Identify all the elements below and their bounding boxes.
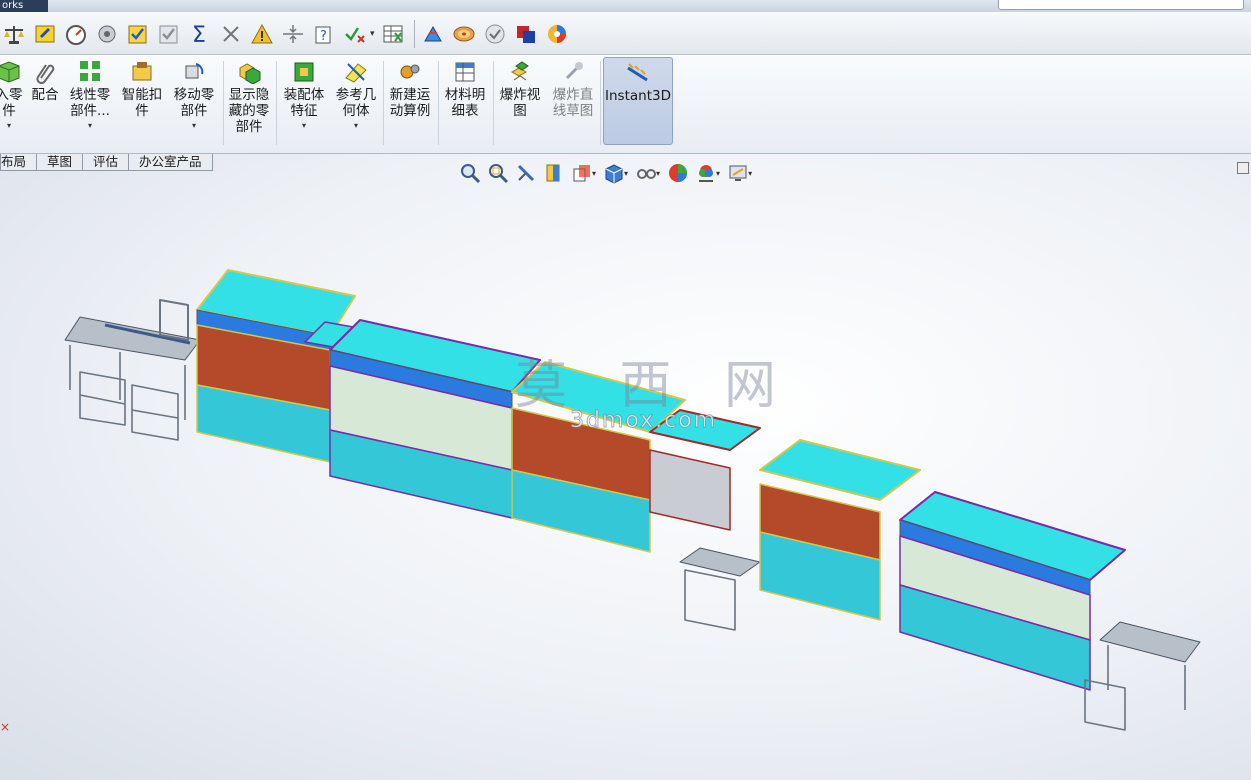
scissors-icon[interactable]	[217, 19, 245, 49]
instant3d-button[interactable]: Instant3D	[603, 57, 673, 145]
ribbon-label: 参考几 何体	[335, 87, 377, 119]
ribbon-label: 装配体 特征	[283, 87, 325, 119]
new-motion-study-button[interactable]: 新建运 动算例	[386, 57, 434, 149]
chevron-down-icon[interactable]: ▾	[354, 121, 358, 130]
chevron-down-icon[interactable]: ▾	[592, 169, 596, 178]
mate-button[interactable]: 配合	[28, 57, 62, 149]
exploded-view-icon	[507, 59, 533, 85]
chevron-down-icon[interactable]: ▾	[624, 169, 628, 178]
help-doc-icon[interactable]: ?	[310, 19, 338, 49]
ribbon-label: 显示隐 藏的零 部件	[228, 87, 270, 135]
axis-x-marker: ×	[0, 720, 11, 734]
linear-pattern-icon	[77, 59, 103, 85]
assembly-features-icon	[291, 59, 317, 85]
ribbon-label: 智能扣 件	[121, 87, 163, 119]
reference-geometry-icon	[343, 59, 369, 85]
balance-icon[interactable]	[0, 19, 28, 49]
equipment-line	[196, 269, 1126, 691]
insert-component-button[interactable]: 入零 件 ▾	[0, 57, 24, 149]
check-x-icon[interactable]	[341, 19, 369, 49]
watermark-url: 3dmox.com	[569, 408, 718, 434]
ribbon-divider	[438, 61, 439, 145]
instant3d-icon	[625, 60, 651, 86]
chevron-down-icon[interactable]: ▾	[656, 169, 660, 178]
ribbon-divider	[600, 61, 601, 145]
bill-of-materials-button[interactable]: 材料明 细表	[441, 57, 489, 149]
insert-component-icon	[0, 59, 22, 85]
zoom-area-icon[interactable]	[484, 160, 512, 186]
ribbon-label: 移动零 部件	[173, 87, 215, 119]
assembly-features-button[interactable]: 装配体 特征 ▾	[280, 57, 328, 149]
tab-layout[interactable]: 布局	[0, 154, 38, 171]
section-view-icon[interactable]	[540, 160, 568, 186]
app-logo: orks	[0, 0, 48, 12]
move-component-icon	[181, 59, 207, 85]
two-squares-icon[interactable]	[512, 19, 540, 49]
target-icon[interactable]	[450, 19, 478, 49]
check-box-gray-icon[interactable]	[155, 19, 183, 49]
show-hidden-icon	[236, 59, 262, 85]
exploded-view-button[interactable]: 爆炸视 图	[496, 57, 544, 149]
ribbon-label: 新建运 动算例	[389, 87, 431, 119]
table-icon[interactable]	[379, 19, 407, 49]
ribbon-label: 爆炸直 线草图	[552, 87, 594, 119]
show-hidden-components-button[interactable]: 显示隐 藏的零 部件	[226, 57, 272, 149]
check-box-icon[interactable]	[124, 19, 152, 49]
reference-geometry-button[interactable]: 参考几 何体 ▾	[332, 57, 380, 149]
chevron-down-icon[interactable]: ▾	[302, 121, 306, 130]
appearance-icon[interactable]	[664, 160, 692, 186]
ribbon-divider	[493, 61, 494, 145]
svg-text:?: ?	[320, 29, 327, 44]
explode-line-icon	[560, 59, 586, 85]
component-spark-icon[interactable]	[419, 19, 447, 49]
svg-text:Σ: Σ	[192, 23, 206, 45]
heads-up-toolbar: ▾ ▾ ▾ ▾ ▾	[456, 159, 756, 187]
toolbar-divider	[413, 20, 415, 48]
tab-office-products[interactable]: 办公室产品	[128, 154, 213, 171]
chevron-down-icon[interactable]: ▾	[716, 169, 720, 178]
ribbon-label: 线性零 部件...	[69, 87, 111, 119]
ribbon-label: Instant3D	[605, 88, 671, 104]
tab-evaluate[interactable]: 评估	[82, 154, 130, 171]
edit-icon[interactable]	[31, 19, 59, 49]
ribbon-label: 材料明 细表	[444, 87, 486, 119]
sigma-icon[interactable]: Σ	[186, 19, 214, 49]
tab-sketch[interactable]: 草图	[36, 154, 84, 171]
assembly-model[interactable]	[0, 154, 1251, 780]
ribbon-label: 爆炸视 图	[499, 87, 541, 119]
explode-line-sketch-button[interactable]: 爆炸直 线草图	[548, 57, 598, 149]
search-input[interactable]	[998, 0, 1244, 10]
paperclip-icon	[32, 59, 58, 85]
chevron-down-icon[interactable]: ▾	[370, 29, 375, 39]
warning-icon[interactable]	[248, 19, 276, 49]
smart-fastener-icon	[129, 59, 155, 85]
standard-toolbar: Σ ? ▾	[0, 12, 1251, 55]
bom-table-icon	[452, 59, 478, 85]
move-component-button[interactable]: 移动零 部件 ▾	[170, 57, 218, 149]
gauge-icon[interactable]	[62, 19, 90, 49]
gray-check-icon[interactable]	[481, 19, 509, 49]
watermark-text: 莫 西 网	[515, 356, 795, 416]
chevron-down-icon[interactable]: ▾	[7, 121, 11, 130]
ribbon-label: 入零 件	[0, 87, 23, 119]
command-manager: 入零 件 ▾ 配合 线性零 部件... ▾ 智能扣 件 移动零 部件 ▾ 显示隐…	[0, 55, 1251, 154]
chevron-down-icon[interactable]: ▾	[88, 121, 92, 130]
viewport-corner-button[interactable]	[1237, 162, 1249, 174]
ribbon-divider	[223, 61, 224, 145]
motion-study-icon	[397, 59, 423, 85]
smart-fasteners-button[interactable]: 智能扣 件	[118, 57, 166, 149]
zoom-fit-icon[interactable]	[456, 160, 484, 186]
ribbon-divider	[276, 61, 277, 145]
split-icon[interactable]	[279, 19, 307, 49]
previous-view-icon[interactable]	[512, 160, 540, 186]
ribbon-divider	[383, 61, 384, 145]
color-wheel-icon[interactable]	[543, 19, 571, 49]
gear-circle-icon[interactable]	[93, 19, 121, 49]
chevron-down-icon[interactable]: ▾	[192, 121, 196, 130]
chevron-down-icon[interactable]: ▾	[748, 169, 752, 178]
ribbon-label: 配合	[31, 87, 59, 103]
linear-pattern-button[interactable]: 线性零 部件... ▾	[66, 57, 114, 149]
command-tabs: 布局 草图 评估 办公室产品	[0, 154, 213, 171]
